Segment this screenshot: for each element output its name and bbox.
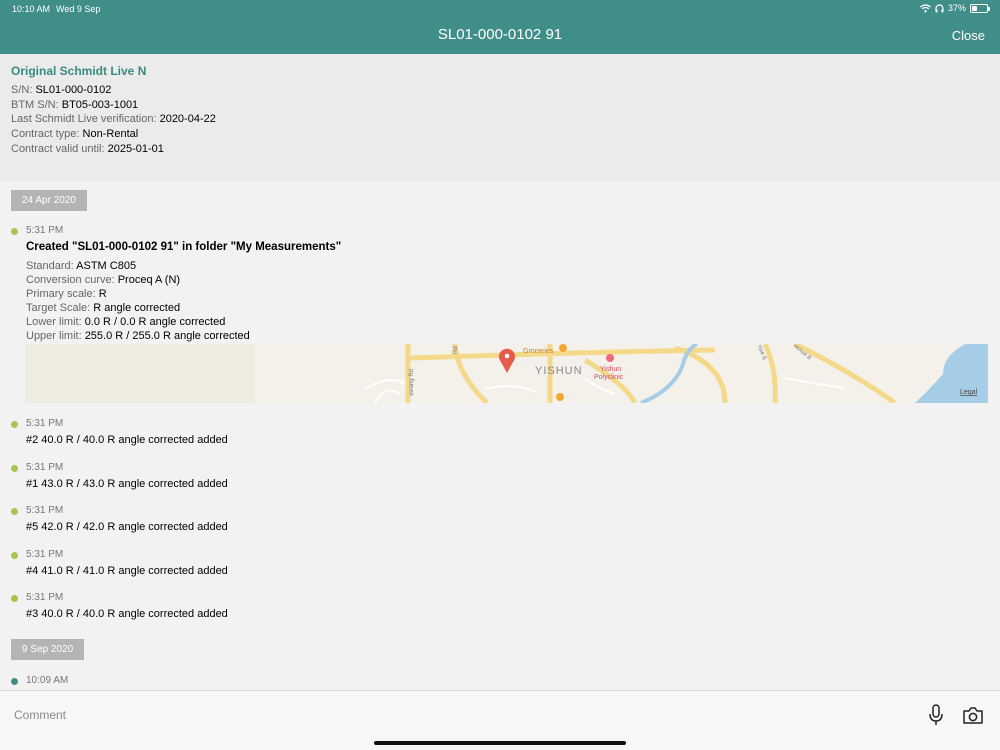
map-area-label: YISHUN xyxy=(535,365,583,377)
navigation-header: 10:10 AM Wed 9 Sep 37% SL01-000-0102 91 C… xyxy=(0,0,1000,54)
detail-standard: Standard: ASTM C805 xyxy=(26,260,137,272)
entry-text: #1 43.0 R / 43.0 R angle corrected added xyxy=(26,478,228,490)
battery-icon xyxy=(970,3,990,13)
battery-level xyxy=(972,5,978,11)
wifi-icon xyxy=(920,3,931,12)
entry-text: #3 40.0 R / 40.0 R angle corrected added xyxy=(26,608,228,620)
page-title: SL01-000-0102 91 xyxy=(437,26,563,43)
battery-percent: 37% xyxy=(947,3,966,13)
entry-text: #2 40.0 R / 40.0 R angle corrected added xyxy=(26,434,228,446)
timeline-dot xyxy=(11,552,18,559)
status-indicators: 37% xyxy=(920,3,990,13)
info-row-verification: Last Schmidt Live verification: 2020-04-… xyxy=(11,113,216,126)
detail-target-scale: Target Scale: R angle corrected xyxy=(26,302,181,314)
clock-text: 10:10 AM xyxy=(12,4,51,14)
entry-time: 10:09 AM xyxy=(26,675,69,686)
camera-icon[interactable] xyxy=(962,705,984,725)
map-poi-polyclinic: Polyclinic xyxy=(594,374,624,381)
entry-time: 5:31 PM xyxy=(26,505,64,516)
location-map[interactable]: awang Rd Rd nue 6 venue 8 Groceries YISH… xyxy=(25,344,988,403)
timeline-dot xyxy=(11,421,18,428)
map-legal-link[interactable]: Legal xyxy=(960,389,978,396)
date-text: Wed 9 Sep xyxy=(56,4,101,14)
entry-time: 5:31 PM xyxy=(26,549,64,560)
map-road-label: Rd xyxy=(453,346,459,354)
map-poi-groceries: Groceries xyxy=(523,348,554,355)
map-graphic: awang Rd Rd nue 6 venue 8 Groceries YISH… xyxy=(25,344,988,403)
date-chip: 9 Sep 2020 xyxy=(11,639,85,660)
detail-primary-scale: Primary scale: R xyxy=(26,288,107,300)
map-road-label: awang Rd xyxy=(409,369,415,396)
entry-time: 5:31 PM xyxy=(26,462,64,473)
home-indicator xyxy=(374,741,626,745)
comment-input[interactable] xyxy=(14,705,894,725)
date-chip: 24 Apr 2020 xyxy=(11,190,87,211)
info-row-btm-serial: BTM S/N: BT05-003-1001 xyxy=(11,98,139,111)
timeline-dot xyxy=(11,595,18,602)
measurement-settings: Standard: ASTM C805 Conversion curve: Pr… xyxy=(26,259,250,343)
detail-conversion-curve: Conversion curve: Proceq A (N) xyxy=(26,274,181,286)
info-row-contract-type: Contract type: Non-Rental xyxy=(11,128,139,141)
map-poi-polyclinic: Yishun xyxy=(600,366,621,373)
headphones-icon xyxy=(935,3,944,12)
info-row-serial: S/N: SL01-000-0102 xyxy=(11,84,112,96)
entry-text: #4 41.0 R / 41.0 R angle corrected added xyxy=(26,565,228,577)
entry-time: 5:31 PM xyxy=(26,592,64,603)
device-name: Original Schmidt Live N xyxy=(11,64,147,78)
detail-lower-limit: Lower limit: 0.0 R / 0.0 R angle correct… xyxy=(26,316,226,328)
timeline-dot xyxy=(11,678,18,685)
entry-time: 5:31 PM xyxy=(26,418,64,429)
timeline-dot xyxy=(11,508,18,515)
entry-time: 5:31 PM xyxy=(26,225,64,236)
status-time: 10:10 AM Wed 9 Sep xyxy=(12,4,100,14)
info-row-contract-valid: Contract valid until: 2025-01-01 xyxy=(11,142,164,155)
entry-text: #5 42.0 R / 42.0 R angle corrected added xyxy=(26,521,228,533)
detail-upper-limit: Upper limit: 255.0 R / 255.0 R angle cor… xyxy=(26,330,250,342)
timeline-dot xyxy=(11,228,18,235)
microphone-icon[interactable] xyxy=(927,704,945,726)
created-title: Created "SL01-000-0102 91" in folder "My… xyxy=(26,241,342,253)
timeline-dot xyxy=(11,465,18,472)
device-info-panel: Original Schmidt Live N S/N: SL01-000-01… xyxy=(0,54,1000,181)
comment-bar xyxy=(0,690,1000,750)
timeline[interactable]: 24 Apr 2020 5:31 PM Created "SL01-000-01… xyxy=(0,181,1000,690)
close-button[interactable]: Close xyxy=(952,28,985,43)
